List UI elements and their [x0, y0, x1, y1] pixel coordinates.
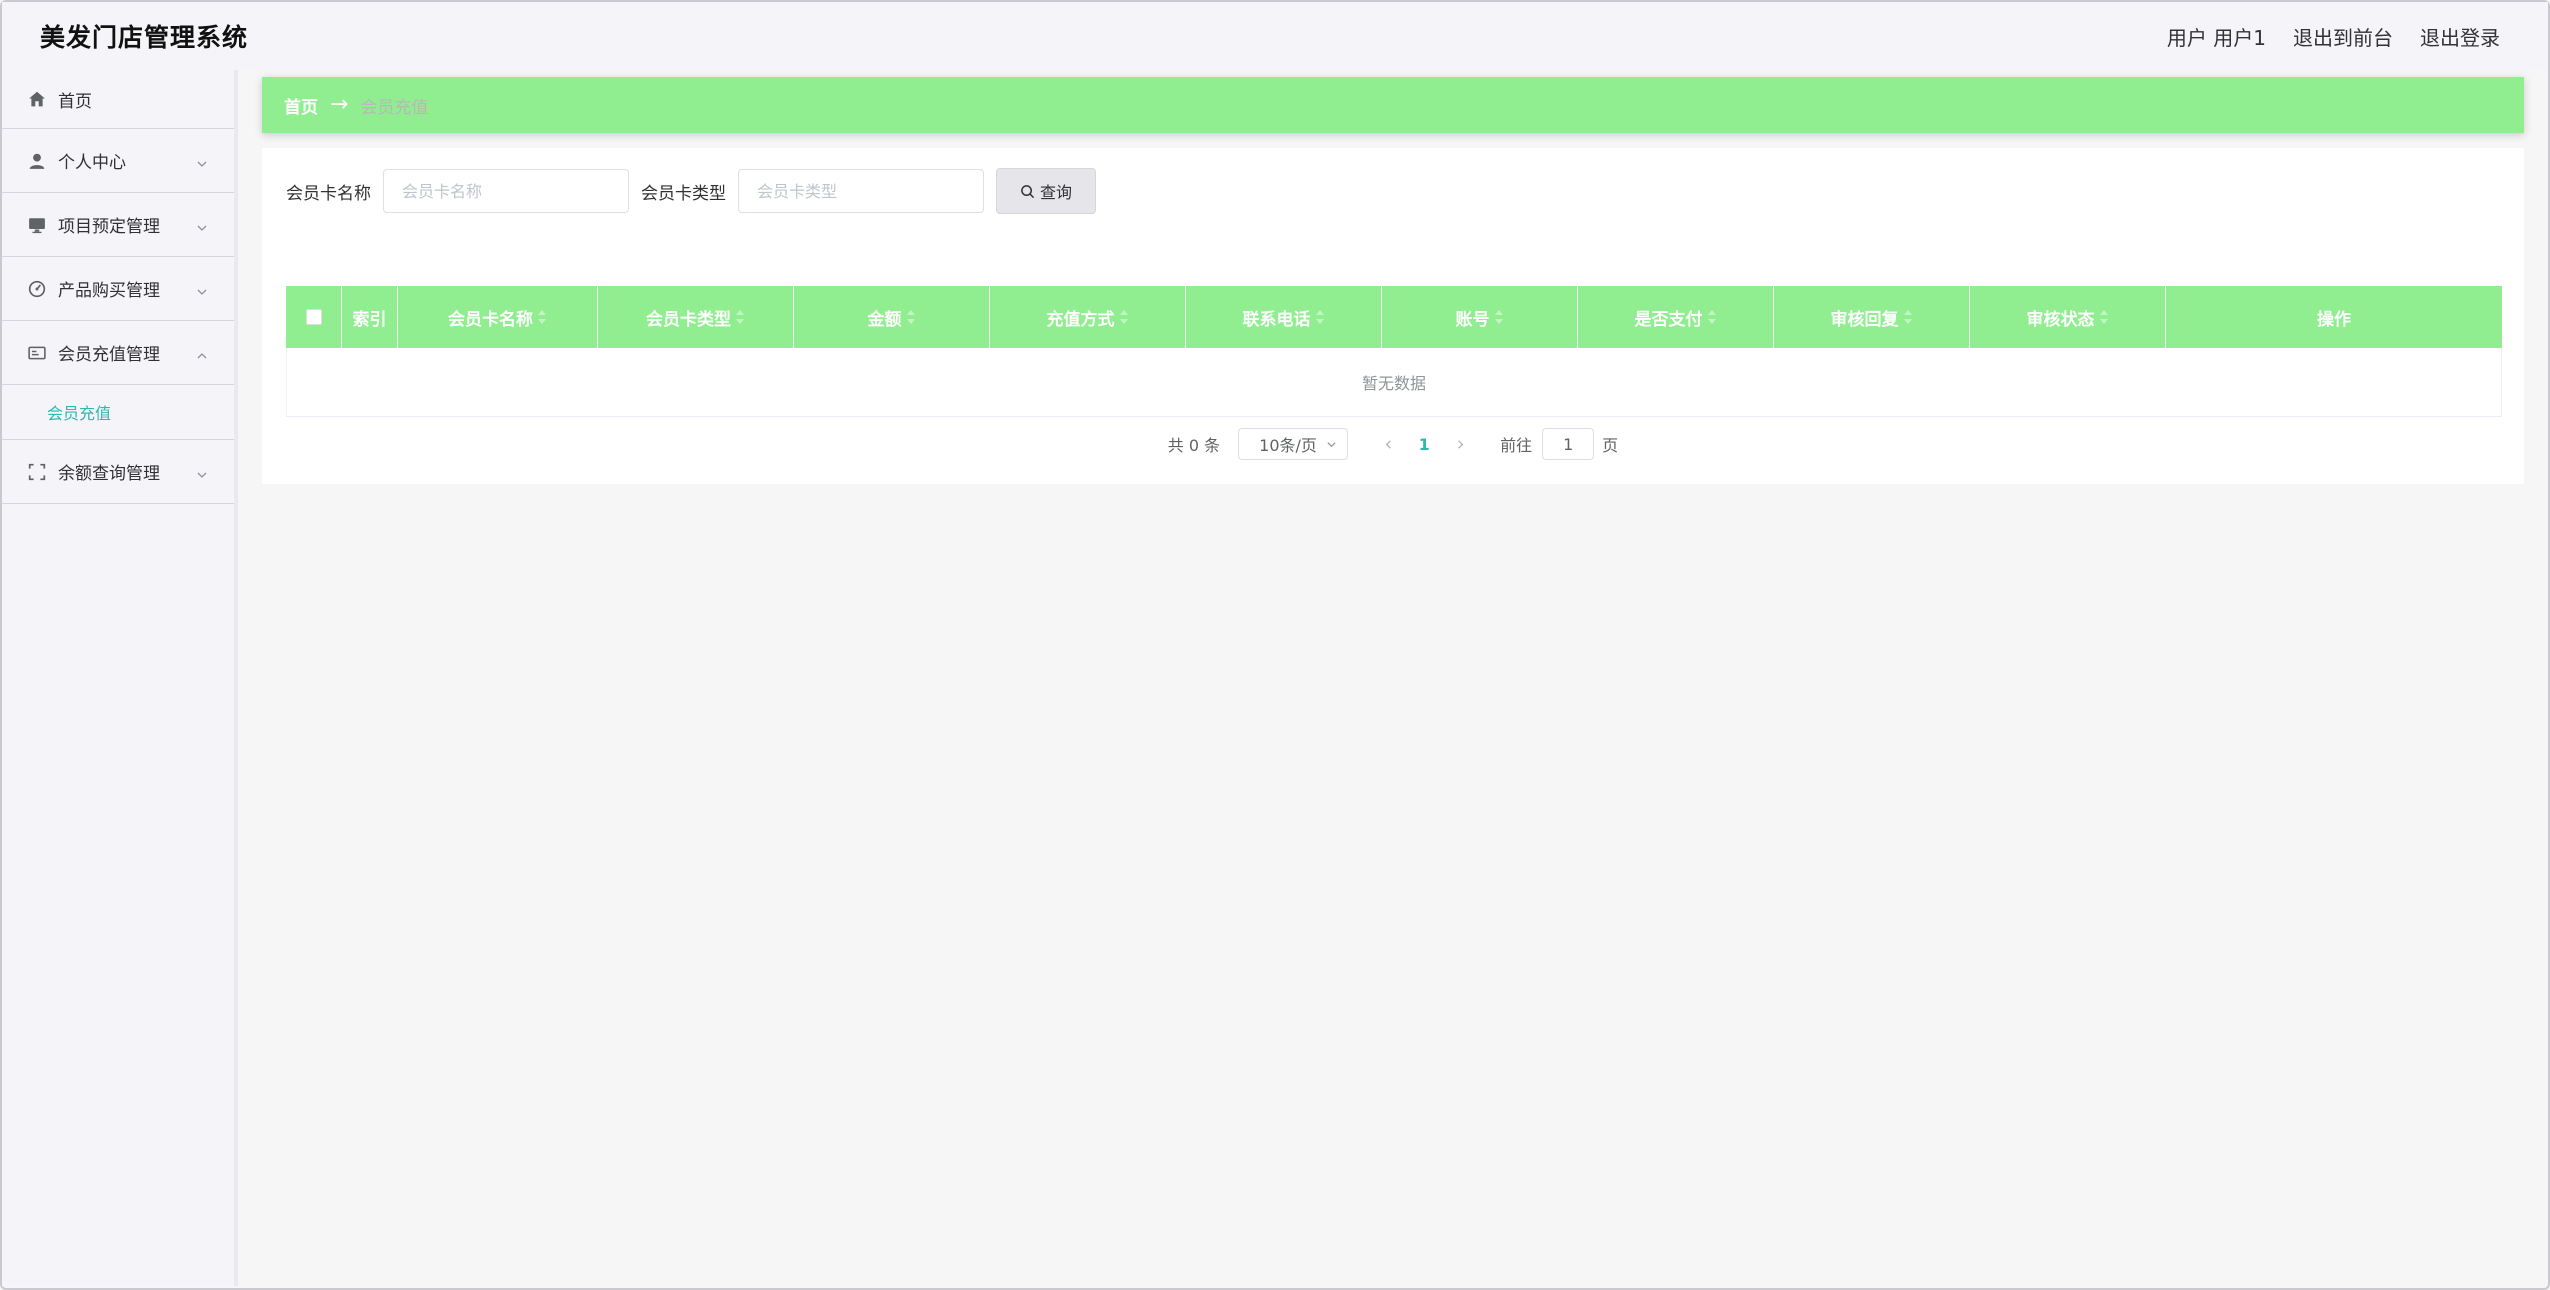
dashboard-icon [28, 280, 46, 298]
column-header-review-status[interactable]: 审核状态 [1970, 286, 2166, 348]
column-header-label: 会员卡名称 [448, 309, 533, 330]
sort-icon[interactable] [1903, 308, 1913, 326]
page-size-value: 10条/页 [1259, 436, 1317, 455]
sidebar-item-home[interactable]: 首页 [2, 70, 234, 129]
column-header-label: 金额 [867, 309, 902, 330]
current-user-label: 用户 用户1 [2166, 26, 2266, 50]
query-button[interactable]: 查询 [996, 168, 1096, 214]
sidebar-item-product-purchase[interactable]: 产品购买管理 [2, 257, 234, 321]
search-form: 会员卡名称 会员卡类型 查询 [286, 168, 1096, 214]
column-header-label: 充值方式 [1046, 309, 1115, 330]
sidebar-item-label: 首页 [58, 91, 92, 112]
goto-page-input[interactable] [1542, 428, 1595, 460]
sidebar-item-project-booking[interactable]: 项目预定管理 [2, 193, 234, 257]
app-title: 美发门店管理系统 [40, 23, 249, 52]
main-panel: 会员卡名称 会员卡类型 查询 索引 会员卡名称 会员卡类型 金额 [262, 148, 2524, 484]
goto-label: 前往 [1500, 436, 1533, 455]
card-type-label: 会员卡类型 [641, 183, 726, 204]
card-name-label: 会员卡名称 [286, 183, 371, 204]
exit-to-front-link[interactable]: 退出到前台 [2293, 22, 2393, 51]
user-icon [28, 152, 46, 170]
sort-icon[interactable] [735, 308, 745, 326]
table-header: 索引 会员卡名称 会员卡类型 金额 充值方式 联系电话 账号 是否支付 审核回复… [286, 286, 2502, 348]
sort-icon[interactable] [2099, 308, 2109, 326]
column-header-label: 会员卡类型 [646, 309, 731, 330]
sidebar-menu: 首页 个人中心 项目预定管理 产品购买管理 会员充值管理 会员充值 余额查询管理 [2, 70, 238, 1286]
column-header-label: 联系电话 [1242, 309, 1311, 330]
page-suffix-label: 页 [1602, 436, 1619, 455]
breadcrumb: 首页 → 会员充值 [262, 77, 2524, 133]
sort-icon[interactable] [1119, 308, 1129, 326]
column-header-label: 审核回复 [1830, 309, 1899, 330]
arrow-right-icon: → [330, 92, 349, 117]
sidebar-subitem-member-recharge[interactable]: 会员充值 [2, 385, 234, 440]
column-header-review-reply[interactable]: 审核回复 [1774, 286, 1970, 348]
chevron-down-icon [196, 155, 207, 167]
column-header-label: 审核状态 [2026, 309, 2095, 330]
sidebar-item-label: 余额查询管理 [58, 464, 160, 484]
select-all-cell [286, 286, 342, 348]
column-header-label: 是否支付 [1634, 309, 1703, 330]
sidebar-item-member-recharge[interactable]: 会员充值管理 [2, 321, 234, 385]
logout-link[interactable]: 退出登录 [2420, 22, 2500, 51]
sort-icon[interactable] [1707, 308, 1717, 326]
fullscreen-icon [28, 463, 46, 481]
chevron-down-icon [196, 466, 207, 478]
chevron-left-icon [1385, 439, 1391, 449]
chevron-right-icon [1457, 439, 1463, 449]
chevron-down-icon [196, 283, 207, 295]
chevron-down-icon [1327, 442, 1336, 448]
column-header-phone[interactable]: 联系电话 [1186, 286, 1382, 348]
top-header: 美发门店管理系统 用户 用户1 退出到前台 退出登录 [2, 2, 2548, 70]
column-header-card-name[interactable]: 会员卡名称 [398, 286, 598, 348]
sidebar-item-label: 会员充值管理 [58, 345, 160, 365]
page-number-current[interactable]: 1 [1402, 435, 1446, 454]
sort-icon[interactable] [1315, 308, 1325, 326]
breadcrumb-current: 会员充值 [360, 97, 429, 118]
sidebar-item-label: 项目预定管理 [58, 217, 160, 237]
select-all-checkbox[interactable] [305, 309, 322, 325]
sidebar-item-personal-center[interactable]: 个人中心 [2, 129, 234, 193]
sort-icon[interactable] [906, 308, 916, 326]
card-name-input[interactable] [383, 169, 629, 213]
search-icon [1021, 184, 1035, 198]
column-header-recharge-method[interactable]: 充值方式 [990, 286, 1186, 348]
column-header-paid[interactable]: 是否支付 [1578, 286, 1774, 348]
pagination-total: 共 0 条 [1167, 436, 1221, 455]
home-icon [28, 90, 46, 108]
sidebar-item-balance-query[interactable]: 余额查询管理 [2, 440, 234, 504]
column-header-actions: 操作 [2166, 286, 2502, 348]
chevron-up-icon [196, 347, 207, 358]
prev-page-button[interactable] [1374, 430, 1402, 458]
recharge-table: 索引 会员卡名称 会员卡类型 金额 充值方式 联系电话 账号 是否支付 审核回复… [286, 286, 2502, 417]
chevron-down-icon [196, 219, 207, 231]
column-header-label: 操作 [2317, 309, 2351, 330]
card-icon [28, 344, 46, 362]
monitor-icon [28, 216, 46, 234]
pagination: 共 0 条 10条/页 1 前往 页 [262, 428, 2524, 460]
column-header-index: 索引 [342, 286, 398, 348]
column-header-label: 账号 [1455, 309, 1490, 330]
sort-icon[interactable] [537, 308, 547, 326]
table-empty-state: 暂无数据 [286, 348, 2502, 417]
column-header-account[interactable]: 账号 [1382, 286, 1578, 348]
sidebar-item-label: 个人中心 [58, 153, 126, 173]
query-button-label: 查询 [1039, 183, 1072, 202]
page-size-select[interactable]: 10条/页 [1238, 428, 1349, 460]
sidebar-item-label: 产品购买管理 [58, 281, 160, 301]
breadcrumb-home-link[interactable]: 首页 [284, 93, 318, 118]
next-page-button[interactable] [1446, 430, 1474, 458]
card-type-input[interactable] [738, 169, 984, 213]
sort-icon[interactable] [1494, 308, 1504, 326]
column-header-amount[interactable]: 金额 [794, 286, 990, 348]
column-header-card-type[interactable]: 会员卡类型 [598, 286, 794, 348]
column-header-label: 索引 [352, 309, 387, 330]
header-links: 用户 用户1 退出到前台 退出登录 [2167, 22, 2500, 51]
